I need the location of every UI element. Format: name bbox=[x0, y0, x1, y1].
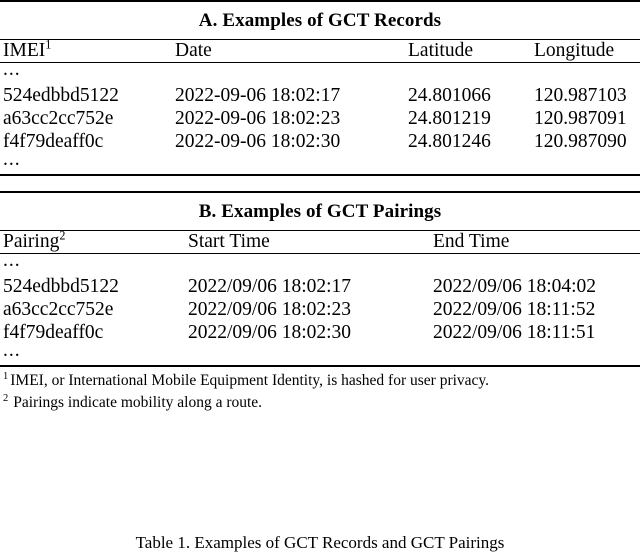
footnote-2-text: Pairings indicate mobility along a route… bbox=[13, 394, 263, 411]
section-a-title: A. Examples of GCT Records bbox=[198, 10, 442, 31]
cell-date: 2022-09-06 18:02:17 bbox=[175, 85, 341, 106]
table-a-leading-ellipsis-row: ... bbox=[0, 59, 640, 84]
footnote-1-marker: 1 bbox=[3, 370, 9, 382]
cell-pairing: 524edbbd5122 bbox=[3, 276, 119, 297]
footnote-1-text: IMEI, or International Mobile Equipment … bbox=[10, 372, 490, 389]
footnote-ref-2: 2 bbox=[59, 228, 66, 243]
footnote-ref-1: 1 bbox=[45, 37, 52, 52]
cell-end-time: 2022/09/06 18:11:51 bbox=[433, 322, 596, 343]
cell-end-time: 2022/09/06 18:04:02 bbox=[433, 276, 597, 297]
cell-start-time: 2022/09/06 18:02:17 bbox=[188, 276, 352, 297]
section-b-title: B. Examples of GCT Pairings bbox=[198, 201, 442, 222]
column-header-pairing-label: Pairing bbox=[3, 231, 60, 252]
cell-pairing: a63cc2cc752e bbox=[3, 299, 114, 320]
table-a-trailing-ellipsis-row: ... bbox=[0, 149, 640, 174]
column-header-date: Date bbox=[175, 40, 212, 61]
column-header-imei: IMEI1 bbox=[0, 37, 175, 62]
cell-imei: f4f79deaff0c bbox=[3, 131, 104, 152]
cell-imei: a63cc2cc752e bbox=[3, 108, 114, 129]
cell-longitude: 120.987103 bbox=[534, 85, 627, 106]
footnote-2-marker: 2 bbox=[3, 392, 9, 404]
table-gct-records-body: ... 524edbbd5122 2022-09-06 18:02:17 24.… bbox=[0, 59, 640, 174]
column-header-end-time: End Time bbox=[433, 231, 510, 252]
column-header-longitude: Longitude bbox=[534, 40, 615, 61]
table-caption: Table 1. Examples of GCT Records and GCT… bbox=[135, 533, 505, 552]
table-b-leading-ellipsis-row: ... bbox=[0, 250, 640, 275]
cell-pairing: f4f79deaff0c bbox=[3, 322, 104, 343]
footnotes-block: 1 IMEI, or International Mobile Equipment… bbox=[0, 367, 640, 414]
table-gct-pairings-body: ... 524edbbd5122 2022/09/06 18:02:17 202… bbox=[0, 250, 640, 365]
table-gct-records: IMEI1 Date Latitude Longitude bbox=[0, 37, 640, 62]
table-row: f4f79deaff0c 2022-09-06 18:02:30 24.8012… bbox=[0, 130, 640, 153]
cell-longitude: 120.987091 bbox=[534, 108, 627, 129]
table-row: a63cc2cc752e 2022-09-06 18:02:23 24.8012… bbox=[0, 107, 640, 130]
cell-latitude: 24.801219 bbox=[408, 108, 491, 129]
ellipsis: ... bbox=[3, 149, 21, 170]
table-b-header-row: Pairing2 Start Time End Time bbox=[0, 228, 640, 253]
cell-start-time: 2022/09/06 18:02:30 bbox=[188, 322, 352, 343]
cell-imei: 524edbbd5122 bbox=[3, 85, 119, 106]
ellipsis: ... bbox=[3, 340, 21, 361]
table-row: f4f79deaff0c 2022/09/06 18:02:30 2022/09… bbox=[0, 321, 640, 344]
footnote-1: 1 IMEI, or International Mobile Equipment… bbox=[3, 370, 640, 392]
cell-date: 2022-09-06 18:02:30 bbox=[175, 131, 341, 152]
column-header-start-time: Start Time bbox=[188, 231, 270, 252]
cell-latitude: 24.801246 bbox=[408, 131, 491, 152]
table-a-header-row: IMEI1 Date Latitude Longitude bbox=[0, 37, 640, 62]
cell-date: 2022-09-06 18:02:23 bbox=[175, 108, 341, 129]
table-gct-pairings: Pairing2 Start Time End Time bbox=[0, 228, 640, 253]
table-b-trailing-ellipsis-row: ... bbox=[0, 340, 640, 365]
table-row: a63cc2cc752e 2022/09/06 18:02:23 2022/09… bbox=[0, 298, 640, 321]
ellipsis: ... bbox=[3, 250, 21, 271]
table-row: 524edbbd5122 2022/09/06 18:02:17 2022/09… bbox=[0, 275, 640, 298]
table-gap-spacer bbox=[0, 176, 640, 191]
cell-longitude: 120.987090 bbox=[534, 131, 627, 152]
cell-start-time: 2022/09/06 18:02:23 bbox=[188, 299, 352, 320]
table-figure-page: A. Examples of GCT Records IMEI1 Date La… bbox=[0, 0, 640, 552]
column-header-pairing: Pairing2 bbox=[0, 228, 188, 253]
footnote-2: 2 Pairings indicate mobility along a rout… bbox=[3, 392, 640, 414]
cell-end-time: 2022/09/06 18:11:52 bbox=[433, 299, 596, 320]
cell-latitude: 24.801066 bbox=[408, 85, 491, 106]
ellipsis: ... bbox=[3, 59, 21, 80]
table-row: 524edbbd5122 2022-09-06 18:02:17 24.8010… bbox=[0, 84, 640, 107]
column-header-imei-label: IMEI bbox=[3, 40, 46, 61]
column-header-latitude: Latitude bbox=[408, 40, 473, 61]
